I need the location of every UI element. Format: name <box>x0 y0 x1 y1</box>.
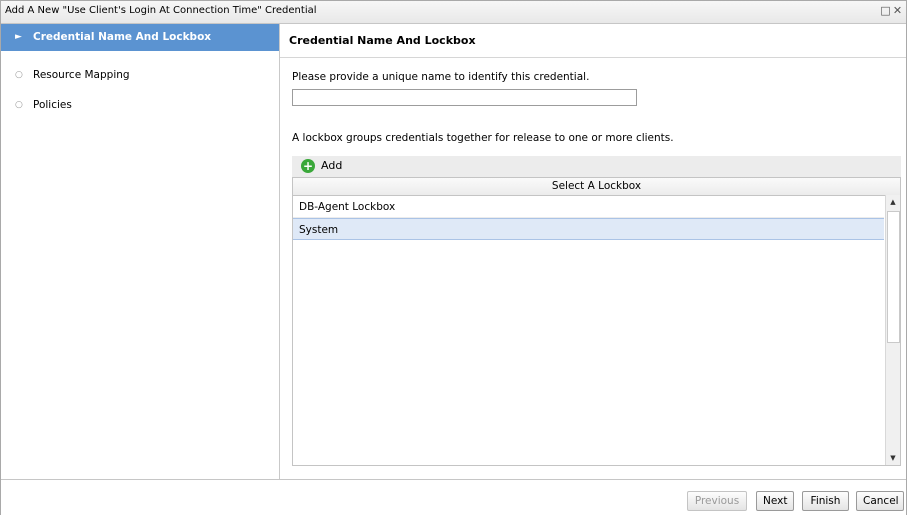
previous-button[interactable]: Previous <box>687 491 747 511</box>
lockbox-row-db-agent[interactable]: DB-Agent Lockbox <box>293 196 884 218</box>
arrow-right-icon: ► <box>15 32 22 42</box>
finish-button[interactable]: Finish <box>802 491 849 511</box>
lockbox-toolbar: + Add <box>292 156 901 178</box>
page-title: Credential Name And Lockbox <box>289 34 476 47</box>
cancel-button[interactable]: Cancel <box>856 491 904 511</box>
step-content: Credential Name And Lockbox Please provi… <box>280 24 906 479</box>
add-label: Add <box>321 159 343 172</box>
close-icon[interactable]: ✕ <box>892 4 904 17</box>
circle-bullet-icon: ○ <box>15 100 23 110</box>
scroll-up-icon[interactable]: ▲ <box>886 195 900 209</box>
name-prompt: Please provide a unique name to identify… <box>292 71 590 83</box>
window-controls: □✕ <box>880 4 904 17</box>
step-label: Policies <box>33 99 72 111</box>
credential-name-input[interactable] <box>292 89 637 106</box>
lockbox-row-system[interactable]: System <box>293 218 884 240</box>
step-resource-mapping[interactable]: ○ Resource Mapping <box>1 62 279 89</box>
credential-dialog: Add A New "Use Client's Login At Connect… <box>0 0 907 515</box>
maximize-icon[interactable]: □ <box>880 4 892 17</box>
dialog-footer: Previous Next Finish Cancel <box>1 479 906 515</box>
next-button[interactable]: Next <box>756 491 794 511</box>
dialog-title: Add A New "Use Client's Login At Connect… <box>5 5 317 16</box>
lockbox-prompt: A lockbox groups credentials together fo… <box>292 132 674 144</box>
wizard-steps-sidebar: ► Credential Name And Lockbox ○ Resource… <box>1 24 280 479</box>
lockbox-grid: Select A Lockbox DB-Agent Lockbox System… <box>292 177 901 466</box>
add-circle-icon: + <box>301 159 315 173</box>
step-credential-name-and-lockbox[interactable]: ► Credential Name And Lockbox <box>1 24 279 51</box>
step-policies[interactable]: ○ Policies <box>1 92 279 119</box>
circle-bullet-icon: ○ <box>15 70 23 80</box>
title-bar: Add A New "Use Client's Login At Connect… <box>1 1 906 24</box>
add-lockbox-button[interactable]: + Add <box>301 158 342 174</box>
scroll-thumb[interactable] <box>887 211 900 343</box>
step-label: Resource Mapping <box>33 69 130 81</box>
scroll-down-icon[interactable]: ▼ <box>886 451 900 465</box>
content-header: Credential Name And Lockbox <box>280 24 906 58</box>
step-label: Credential Name And Lockbox <box>33 31 212 43</box>
grid-scrollbar[interactable]: ▲ ▼ <box>885 195 900 465</box>
column-header-select-lockbox[interactable]: Select A Lockbox <box>293 178 900 196</box>
